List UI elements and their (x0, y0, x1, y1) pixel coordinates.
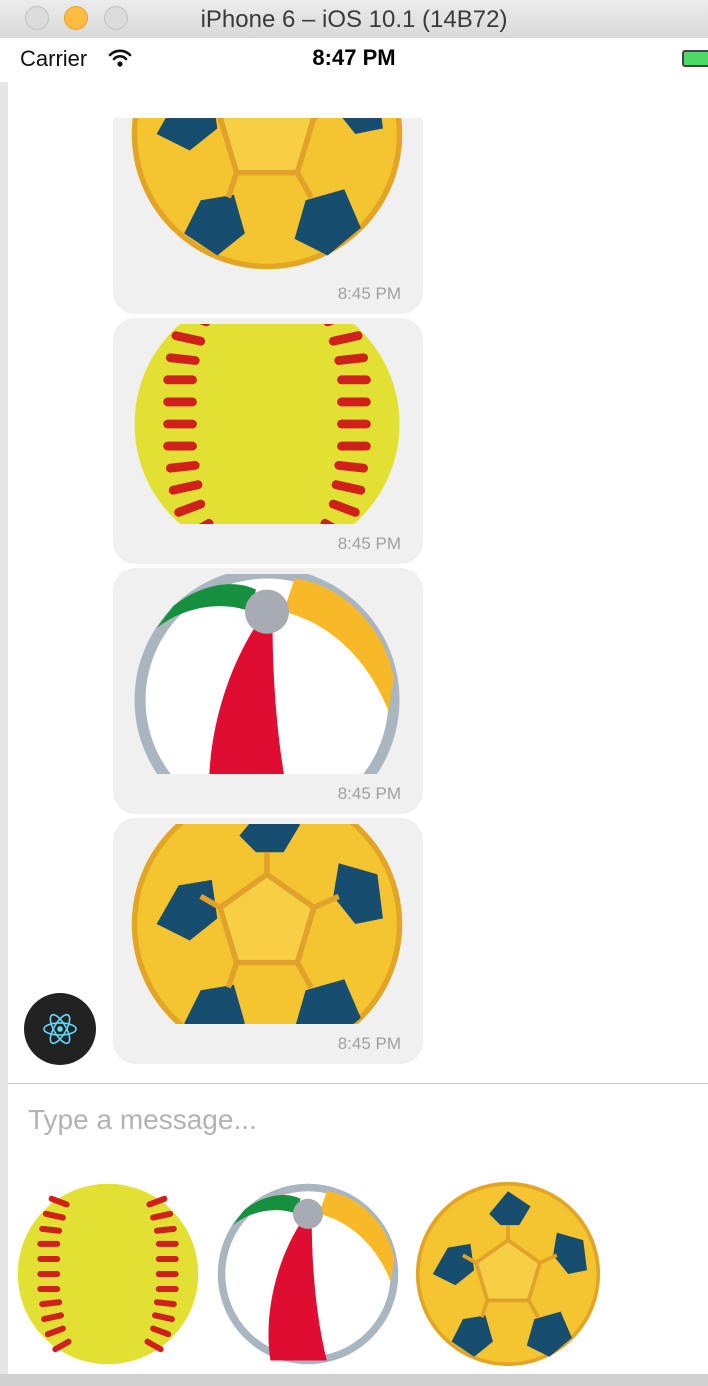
message-bubble[interactable]: 8:45 PM (113, 568, 423, 814)
status-time: 8:47 PM (312, 45, 396, 70)
beach-ball-image (214, 1180, 402, 1368)
sticker-beach-ball[interactable] (214, 1180, 402, 1368)
sticker-futsal-ball[interactable] (414, 1180, 602, 1368)
window-title: iPhone 6 – iOS 10.1 (14B72) (200, 6, 508, 33)
message-timestamp: 8:45 PM (337, 1034, 401, 1053)
window-left-edge (0, 38, 8, 1374)
composer-divider (8, 1083, 708, 1084)
react-atom-icon (24, 993, 96, 1065)
futsal-ball-image (129, 824, 405, 1024)
softball-image (129, 324, 405, 524)
message-bubble[interactable]: 8:45 PM (113, 818, 423, 1064)
battery-icon (682, 50, 708, 67)
status-bar: Carrier 8:47 PM (0, 38, 708, 82)
message-bubble[interactable]: 8:45 PM (113, 318, 423, 564)
message-bubble[interactable]: 8:45 PM (113, 118, 423, 314)
futsal-ball-image (129, 118, 405, 274)
futsal-ball-image (414, 1180, 602, 1368)
sticker-softball[interactable] (14, 1180, 202, 1368)
message-timestamp: 8:45 PM (337, 784, 401, 803)
message-timestamp: 8:45 PM (337, 284, 401, 303)
message-timestamp: 8:45 PM (337, 534, 401, 553)
message-input[interactable]: Type a message... (28, 1104, 688, 1150)
window-bottom-edge (0, 1374, 708, 1386)
simulator-title-bar: iPhone 6 – iOS 10.1 (14B72) (0, 0, 708, 39)
avatar[interactable] (24, 993, 96, 1065)
softball-image (14, 1180, 202, 1368)
beach-ball-image (129, 574, 405, 774)
